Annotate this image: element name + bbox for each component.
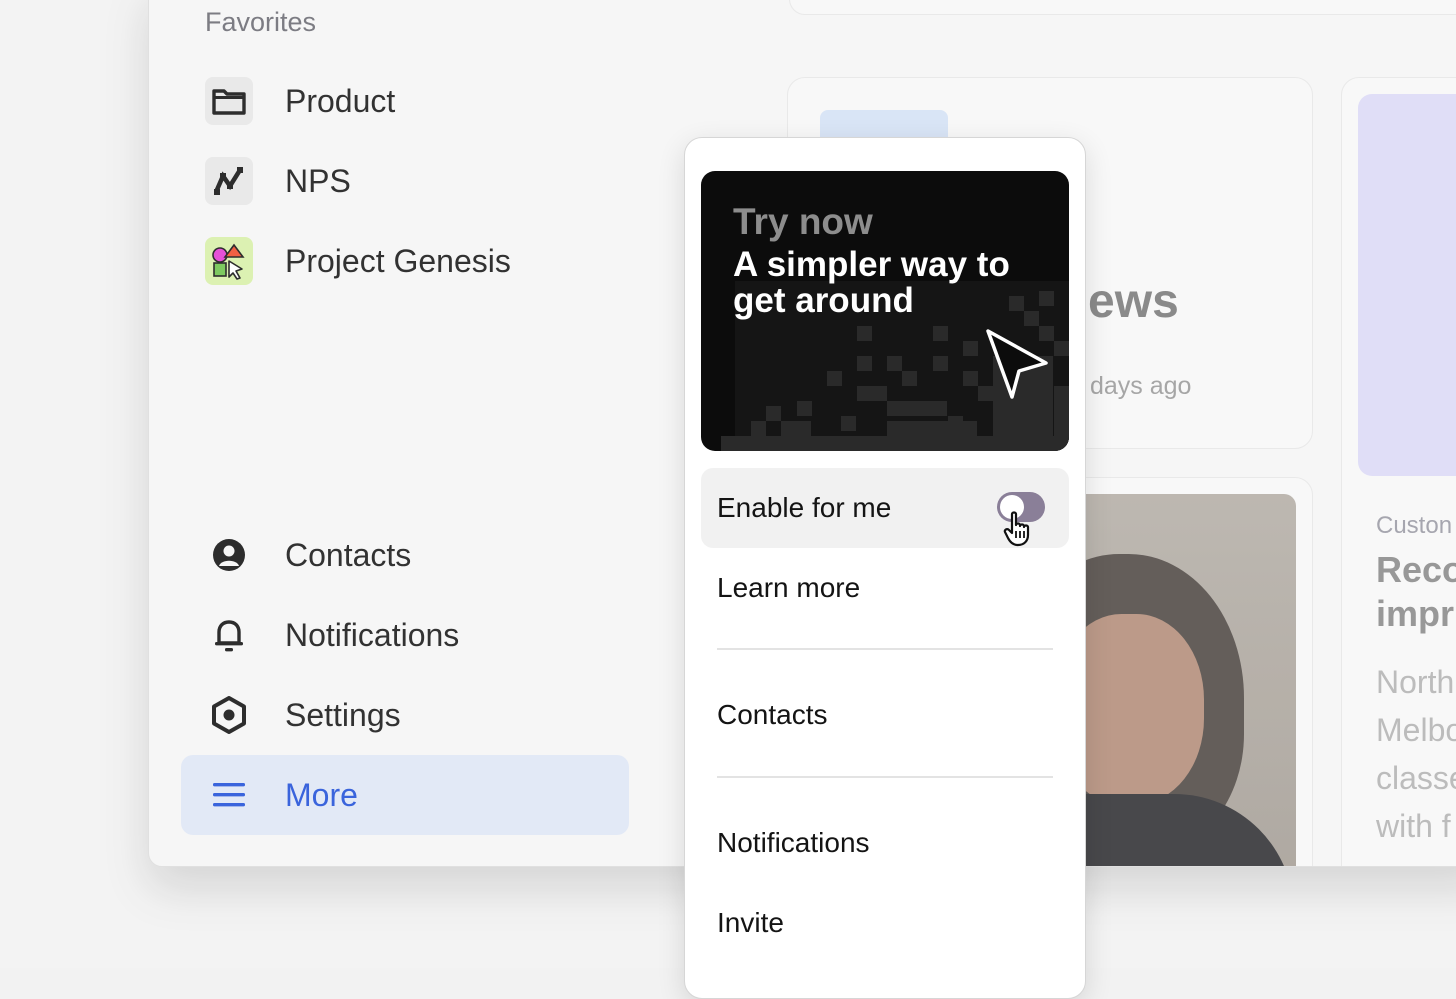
card-tag: Custon	[1376, 512, 1453, 539]
sidebar-item-label: Product	[285, 82, 396, 119]
card-heading: Reco impr	[1376, 549, 1456, 634]
shapes-icon	[205, 237, 253, 285]
menu-divider	[717, 776, 1053, 778]
menu-item-notifications[interactable]: Notifications	[701, 803, 1069, 883]
promo-banner[interactable]: Try now A simpler way to get around	[701, 171, 1069, 451]
folder-icon	[205, 77, 253, 125]
menu-item-invite[interactable]: Invite	[701, 883, 1069, 963]
sidebar-item-project-genesis[interactable]: Project Genesis	[181, 221, 629, 301]
sidebar-item-notifications[interactable]: Notifications	[181, 595, 629, 675]
sidebar-item-label: NPS	[285, 162, 351, 199]
user-circle-icon	[205, 531, 253, 579]
sidebar-item-product[interactable]: Product	[181, 61, 629, 141]
more-menu-popover: Try now A simpler way to get around Enab…	[684, 137, 1086, 999]
card-image	[1358, 94, 1456, 476]
hand-pointer-icon	[1003, 511, 1030, 547]
card-body: North Melbo classe with f	[1376, 664, 1456, 844]
sidebar-item-settings[interactable]: Settings	[181, 675, 629, 755]
card-timestamp: days ago	[1090, 372, 1192, 400]
sidebar-item-label: Settings	[285, 696, 401, 733]
sidebar-item-label: More	[285, 776, 358, 813]
menu-item-contacts[interactable]: Contacts	[701, 675, 1069, 755]
promo-headline: A simpler way to get around	[733, 245, 1010, 320]
learn-more-label: Learn more	[717, 572, 861, 603]
sidebar-item-label: Project Genesis	[285, 242, 511, 279]
promo-eyebrow: Try now	[733, 201, 873, 242]
bell-icon	[205, 611, 253, 659]
menu-item-label: Invite	[717, 907, 784, 938]
enable-label: Enable for me	[717, 492, 892, 523]
menu-item-label: Contacts	[717, 699, 828, 730]
sidebar-item-label: Contacts	[285, 536, 412, 573]
menu-item-label: Notifications	[717, 827, 870, 858]
sidebar-item-label: Notifications	[285, 616, 460, 653]
top-card	[789, 0, 1456, 15]
hex-gear-icon	[205, 691, 253, 739]
customer-story-card[interactable]: Custon Reco impr North Melbo classe with…	[1341, 77, 1456, 866]
sidebar-item-contacts[interactable]: Contacts	[181, 515, 629, 595]
menu-divider	[717, 648, 1053, 650]
sidebar-item-more[interactable]: More	[181, 755, 629, 835]
sidebar-item-nps[interactable]: NPS	[181, 141, 629, 221]
chart-line-icon	[205, 157, 253, 205]
menu-icon	[205, 771, 253, 819]
favorites-section-label: Favorites	[205, 7, 317, 37]
learn-more-link[interactable]: Learn more	[701, 548, 1069, 628]
